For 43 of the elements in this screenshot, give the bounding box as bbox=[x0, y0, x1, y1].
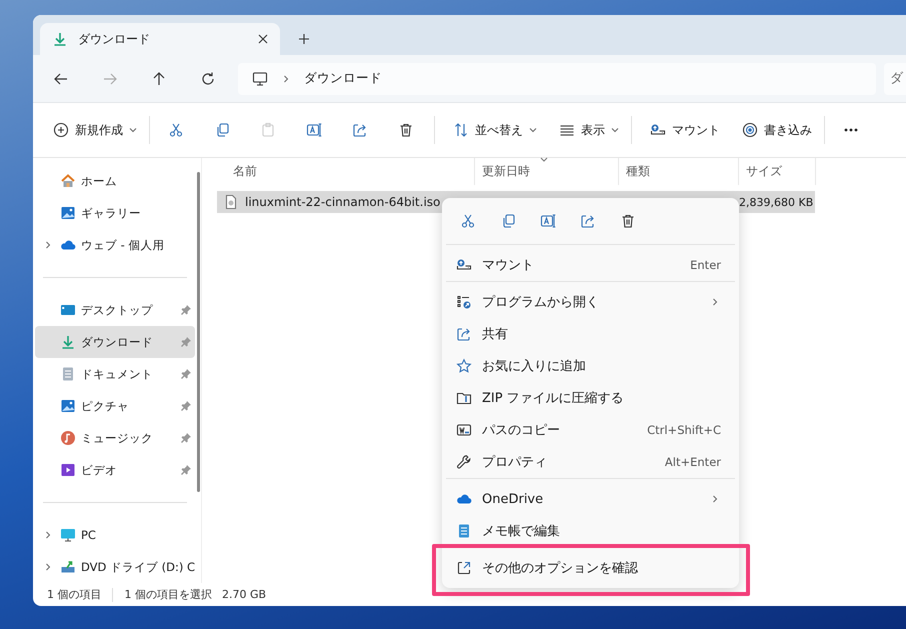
shortcut-text: Enter bbox=[690, 258, 721, 272]
toolbar-button[interactable]: 表示 bbox=[551, 114, 627, 146]
column-header[interactable]: 名前 bbox=[217, 158, 475, 185]
sidebar-item[interactable]: ピクチャ bbox=[35, 390, 195, 422]
column-header[interactable]: サイズ bbox=[739, 158, 816, 185]
toolbar-button[interactable]: 書き込み bbox=[734, 114, 820, 146]
file-name: linuxmint-22-cinnamon-64bit.iso bbox=[245, 195, 440, 209]
toolbar-button[interactable]: 新規作成 bbox=[45, 114, 145, 146]
sidebar-item[interactable]: デスクトップ bbox=[35, 294, 195, 326]
menu-item[interactable]: その他のオプションを確認 bbox=[442, 552, 739, 584]
status-text: 1 個の項目を選択 bbox=[124, 587, 212, 602]
menu-item[interactable]: お気に入りに追加 bbox=[442, 350, 739, 382]
menu-item[interactable]: プログラムから開く bbox=[442, 286, 739, 318]
sidebar-item[interactable]: ドキュメント bbox=[35, 358, 195, 390]
menu-item[interactable]: マウント Enter bbox=[442, 249, 739, 281]
sidebar-item[interactable]: ダウンロード bbox=[35, 326, 195, 358]
toolbar-button[interactable]: 並べ替え bbox=[445, 114, 545, 146]
search-field[interactable]: ダ bbox=[884, 62, 906, 94]
menu-item[interactable]: 共有 bbox=[442, 318, 739, 350]
file-size: 2,839,680 KB bbox=[739, 196, 814, 208]
column-header[interactable]: 更新日時 bbox=[475, 158, 619, 185]
sidebar-item[interactable]: PC bbox=[35, 519, 195, 551]
menu-item[interactable]: メモ帳で編集 bbox=[442, 515, 739, 547]
menu-item[interactable]: OneDrive bbox=[442, 483, 739, 515]
menu-item[interactable]: プロパティ Alt+Enter bbox=[442, 446, 739, 478]
sidebar-item[interactable]: ホーム bbox=[35, 165, 195, 197]
shortcut-text: Ctrl+Shift+C bbox=[647, 423, 721, 437]
tab-title: ダウンロード bbox=[78, 30, 151, 48]
breadcrumb[interactable]: ダウンロード bbox=[304, 70, 382, 87]
sidebar-item[interactable]: ミュージック bbox=[35, 422, 195, 454]
address-bar[interactable]: ダウンロード bbox=[238, 62, 876, 94]
shortcut-text: Alt+Enter bbox=[664, 455, 721, 469]
sidebar-item[interactable]: ウェブ - 個人用 bbox=[35, 229, 195, 261]
sidebar-item[interactable]: ギャラリー bbox=[35, 197, 195, 229]
status-text: 1 個の項目 bbox=[47, 587, 102, 602]
sidebar-item[interactable]: ビデオ bbox=[35, 454, 195, 486]
toolbar-button[interactable]: マウント bbox=[642, 114, 728, 146]
tab[interactable]: ダウンロード bbox=[40, 23, 280, 55]
menu-item[interactable]: パスのコピー Ctrl+Shift+C bbox=[442, 414, 739, 446]
column-header[interactable]: 種類 bbox=[619, 158, 739, 185]
status-text: 2.70 GB bbox=[222, 588, 266, 601]
menu-item[interactable]: ZIP ファイルに圧縮する bbox=[442, 382, 739, 414]
sidebar-item[interactable]: DVD ドライブ (D:) C bbox=[35, 551, 195, 583]
